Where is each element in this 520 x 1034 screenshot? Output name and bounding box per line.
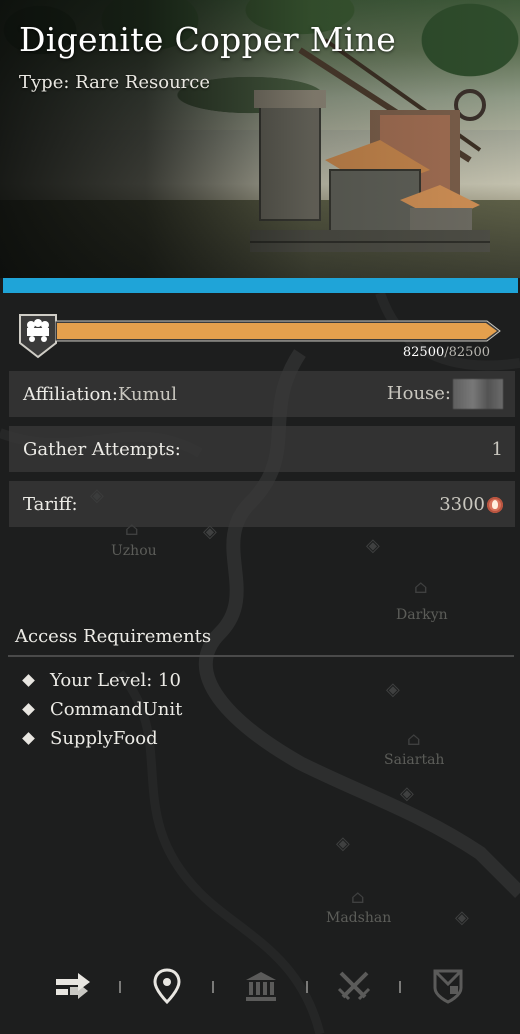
tariff-amount: 3300 bbox=[439, 494, 503, 515]
crossed-swords-icon bbox=[337, 971, 371, 1001]
affiliation-row: Affiliation:Kumul House: bbox=[9, 371, 515, 417]
progress-readout: 82500/82500 bbox=[403, 345, 490, 360]
list-item: CommandUnit bbox=[22, 695, 182, 724]
progress-current: 82500 bbox=[402, 345, 445, 360]
location-pin-icon bbox=[153, 968, 181, 1004]
shield-banner-icon bbox=[433, 969, 463, 1004]
diamond-bullet-icon bbox=[22, 703, 35, 716]
map-marker-icon: ◈ bbox=[366, 535, 380, 556]
access-requirements-title: Access Requirements bbox=[15, 626, 212, 647]
map-place-madshan: Madshan bbox=[326, 910, 392, 926]
bottom-action-bar bbox=[0, 962, 520, 1014]
nav-separator bbox=[212, 981, 214, 993]
requirement-level: Your Level: 10 bbox=[50, 670, 181, 691]
tariff-value: 3300 bbox=[439, 493, 485, 515]
affiliation-value: Kumul bbox=[117, 383, 178, 405]
map-marker-icon: ◈ bbox=[336, 833, 350, 854]
map-place-uzhou: Uzhou bbox=[111, 543, 157, 559]
map-marker-icon: ◈ bbox=[455, 907, 469, 928]
arrows-icon bbox=[56, 973, 90, 999]
requirement-supply-food: SupplyFood bbox=[50, 728, 158, 749]
map-place-darkyn: Darkyn bbox=[396, 607, 448, 623]
resource-progress-bar bbox=[55, 320, 501, 342]
diamond-bullet-icon bbox=[22, 732, 35, 745]
list-item: SupplyFood bbox=[22, 724, 182, 753]
tariff-row: Tariff: 3300 bbox=[9, 481, 515, 527]
affiliation-text: Affiliation:Kumul bbox=[23, 384, 177, 405]
location-hero-image: Digenite Copper Mine Type: Rare Resource bbox=[0, 0, 520, 278]
town-icon: ⌂ bbox=[407, 729, 421, 750]
requirements-list: Your Level: 10 CommandUnit SupplyFood bbox=[22, 666, 182, 753]
house-label: House: bbox=[386, 383, 451, 404]
location-title: Digenite Copper Mine bbox=[19, 20, 397, 59]
map-marker-icon: ◈ bbox=[400, 783, 414, 804]
requirement-command-unit: CommandUnit bbox=[50, 699, 183, 720]
mine-cart-icon bbox=[19, 314, 57, 359]
town-icon: ⌂ bbox=[351, 887, 365, 908]
location-type: Type: Rare Resource bbox=[19, 72, 211, 93]
banner-button[interactable] bbox=[426, 962, 470, 1010]
accent-bar bbox=[3, 278, 518, 293]
gather-attempts-value: 1 bbox=[491, 438, 503, 460]
nav-separator bbox=[119, 981, 121, 993]
gather-attempts-label: Gather Attempts: bbox=[23, 438, 181, 460]
section-divider bbox=[8, 655, 514, 657]
map-marker-icon: ◈ bbox=[386, 679, 400, 700]
affiliation-label: Affiliation: bbox=[23, 383, 118, 405]
house-value-redacted bbox=[453, 379, 503, 409]
progress-max: 82500 bbox=[448, 345, 490, 360]
town-icon: ⌂ bbox=[414, 577, 428, 598]
currency-coin-icon bbox=[487, 496, 503, 513]
tariff-label: Tariff: bbox=[23, 493, 78, 515]
progress-fill bbox=[57, 323, 497, 339]
bank-icon bbox=[246, 972, 276, 1001]
list-item: Your Level: 10 bbox=[22, 666, 182, 695]
nav-separator bbox=[306, 981, 308, 993]
march-button[interactable] bbox=[51, 962, 95, 1010]
progress-separator-max: /82500 bbox=[444, 345, 490, 360]
bank-button[interactable] bbox=[239, 962, 283, 1010]
house-text: House: bbox=[387, 379, 503, 409]
nav-separator bbox=[399, 981, 401, 993]
attack-button[interactable] bbox=[332, 962, 376, 1010]
locate-button[interactable] bbox=[145, 962, 189, 1010]
diamond-bullet-icon bbox=[22, 674, 35, 687]
gather-attempts-row: Gather Attempts: 1 bbox=[9, 426, 515, 472]
map-place-saiartah: Saiartah bbox=[384, 752, 445, 768]
